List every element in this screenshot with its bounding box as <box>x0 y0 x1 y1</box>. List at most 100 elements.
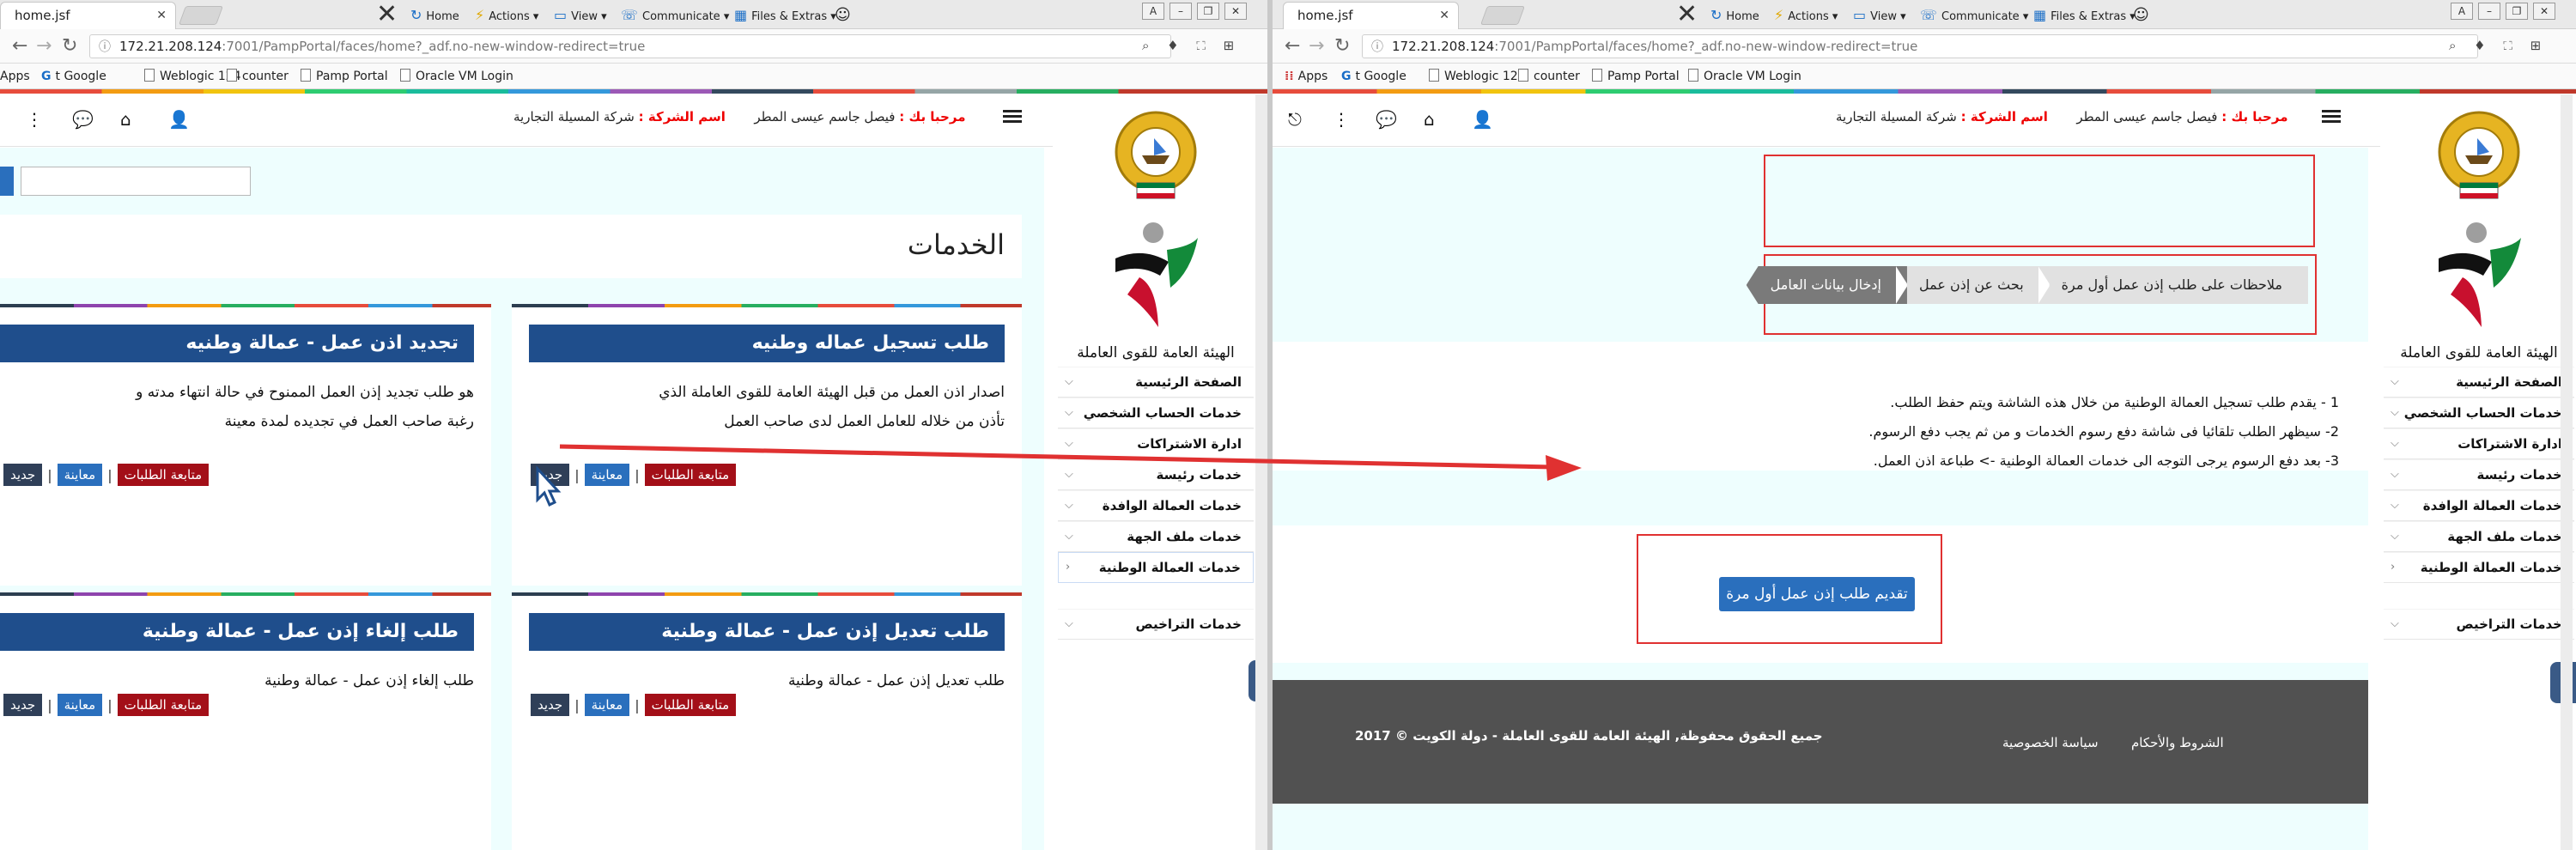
hamburger-icon[interactable] <box>1003 107 1022 126</box>
chat-icon[interactable]: 💬 <box>72 109 94 130</box>
track-requests-button[interactable]: متابعة الطلبات <box>117 694 210 716</box>
user-icon[interactable]: 👤 <box>168 109 190 130</box>
search-button[interactable] <box>0 167 14 196</box>
toolbar-actions[interactable]: ⚡ Actions ▾ <box>1774 5 1838 26</box>
preview-button[interactable]: معاينة <box>57 464 103 486</box>
menu-item-main-services[interactable]: خدمات رئيسة ⌵ <box>2384 459 2574 490</box>
more-icon[interactable]: ⋮ <box>26 109 43 130</box>
close-window-icon[interactable]: ✕ <box>2533 3 2555 20</box>
menu-item-expat-labor[interactable]: خدمات العمالة الوافدة ⌵ <box>1058 490 1254 521</box>
scrollbar[interactable] <box>1255 94 1267 850</box>
track-requests-button[interactable]: متابعة الطلبات <box>644 694 737 716</box>
scrollbar[interactable] <box>2561 94 2573 850</box>
preview-button[interactable]: معاينة <box>57 694 103 716</box>
menu-item-home[interactable]: الصفحة الرئيسية ⌵ <box>1058 367 1254 398</box>
bookmark-pamp[interactable]: Pamp Portal <box>301 67 388 86</box>
extension-icons[interactable]: ⌕ ♦ ⛶ ⊞ <box>2449 38 2548 53</box>
bookmark-apps[interactable]: ⁞⁞ Apps <box>1285 67 1327 86</box>
new-tab-button[interactable] <box>1479 6 1526 25</box>
service-card: طلب تعديل إذن عمل - عمالة وطنية طلب تعدي… <box>512 592 1022 850</box>
menu-item-national-labor[interactable]: خدمات العمالة الوطنية ‹ <box>1058 552 1254 583</box>
menu-item-account[interactable]: خدمات الحساب الشخصي ⌵ <box>1058 398 1254 428</box>
menu-item-home[interactable]: الصفحة الرئيسية ⌵ <box>2384 367 2574 398</box>
browser-tab[interactable]: home.jsf ✕ <box>0 2 176 29</box>
logout-icon[interactable]: ⎋ <box>1288 109 1302 130</box>
preview-button[interactable]: معاينة <box>584 694 630 716</box>
back-icon[interactable]: ← <box>12 36 27 57</box>
home-icon[interactable]: ⌂ <box>1424 109 1435 130</box>
bookmark-apps[interactable]: Apps <box>0 67 30 86</box>
toolbar-view[interactable]: ▭ View ▾ <box>1853 5 1906 26</box>
more-icon[interactable]: ⋮ <box>1333 109 1350 130</box>
bookmark-google[interactable]: Gt Google <box>1341 67 1406 86</box>
tab-title: home.jsf <box>15 8 70 23</box>
privacy-link[interactable]: سياسة الخصوصية <box>2002 735 2099 750</box>
bookmark-counter[interactable]: counter <box>1518 67 1580 86</box>
chat-icon[interactable]: 💬 <box>1376 109 1397 130</box>
toolbar-actions[interactable]: ⚡ Actions ▾ <box>475 5 538 26</box>
close-icon[interactable]: ✕ <box>156 3 167 28</box>
user-icon[interactable]: A <box>2451 3 2473 20</box>
hamburger-icon[interactable] <box>2322 107 2341 126</box>
close-window-icon[interactable]: ✕ <box>1224 3 1247 20</box>
url-field[interactable]: ⓘ 172.21.208.124:7001/PampPortal/faces/h… <box>89 34 1171 58</box>
preview-button[interactable]: معاينة <box>584 464 630 486</box>
user-icon[interactable]: 👤 <box>1472 109 1493 130</box>
restore-icon[interactable]: ❐ <box>2506 3 2528 20</box>
bookmark-weblogic[interactable]: Weblogic 124 <box>1429 67 1526 86</box>
menu-item-main-services[interactable]: خدمات رئيسة ⌵ <box>1058 459 1254 490</box>
bookmark-oracle[interactable]: Oracle VM Login <box>1688 67 1801 86</box>
menu-item-licenses[interactable]: خدمات التراخيص ⌵ <box>1058 609 1254 640</box>
new-button[interactable]: جديد <box>531 694 570 716</box>
menu-item-subscriptions[interactable]: ادارة الاشتراكات ⌵ <box>1058 428 1254 459</box>
smiley-icon[interactable]: ☺ <box>835 5 851 26</box>
menu-item-entity-file[interactable]: خدمات ملف الجهة ⌵ <box>1058 521 1254 552</box>
highlight-box-steps: ملاحظات على طلب إذن عمل أول مرة بحث عن إ… <box>1746 254 2317 335</box>
bookmark-google[interactable]: Gt Google <box>41 67 106 86</box>
url-field[interactable]: ⓘ 172.21.208.124:7001/PampPortal/faces/h… <box>1362 34 2478 58</box>
menu-item-expat-labor[interactable]: خدمات العمالة الوافدة ⌵ <box>2384 490 2574 521</box>
new-tab-button[interactable] <box>178 6 224 25</box>
restore-icon[interactable]: ❐ <box>1197 3 1219 20</box>
toolbar-files[interactable]: ▦ Files & Extras ▾ <box>734 5 836 26</box>
step-notes[interactable]: ملاحظات على طلب إذن عمل أول مرة <box>2037 266 2308 304</box>
step-search-permit[interactable]: بحث عن إذن عمل <box>1894 266 2050 304</box>
bookmark-counter[interactable]: counter <box>227 67 289 86</box>
track-requests-button[interactable]: متابعة الطلبات <box>117 464 210 486</box>
menu-item-entity-file[interactable]: خدمات ملف الجهة ⌵ <box>2384 521 2574 552</box>
new-button[interactable]: جديد <box>3 694 43 716</box>
reload-icon[interactable]: ↻ <box>62 36 77 57</box>
browser-tab[interactable]: home.jsf ✕ <box>1283 2 1459 29</box>
minimize-icon[interactable]: – <box>2478 3 2500 20</box>
menu-item-account[interactable]: خدمات الحساب الشخصي ⌵ <box>2384 398 2574 428</box>
menu-item-national-labor[interactable]: خدمات العمالة الوطنية ‹ <box>2384 552 2574 583</box>
toolbar-communicate[interactable]: ☏ Communicate ▾ <box>1920 5 2028 26</box>
toolbar-home[interactable]: ↻ Home <box>410 5 459 26</box>
toolbar-communicate[interactable]: ☏ Communicate ▾ <box>621 5 729 26</box>
toolbar-view[interactable]: ▭ View ▾ <box>554 5 607 26</box>
new-button[interactable]: جديد <box>3 464 43 486</box>
close-icon[interactable]: ✕ <box>1439 3 1449 28</box>
step-worker-data[interactable]: إدخال بيانات العامل <box>1746 266 1907 304</box>
user-icon[interactable]: A <box>1142 3 1164 20</box>
reload-icon[interactable]: ↻ <box>1334 36 1350 57</box>
minimize-icon[interactable]: – <box>1170 3 1192 20</box>
home-icon[interactable]: ⌂ <box>120 109 131 130</box>
toolbar-files[interactable]: ▦ Files & Extras ▾ <box>2033 5 2136 26</box>
submit-first-permit-button[interactable]: تقديم طلب إذن عمل أول مرة <box>1719 577 1915 611</box>
forward-icon[interactable]: → <box>36 36 52 57</box>
back-icon[interactable]: ← <box>1285 36 1300 57</box>
menu-item-subscriptions[interactable]: ادارة الاشتراكات ⌵ <box>2384 428 2574 459</box>
forward-icon[interactable]: → <box>1309 36 1324 57</box>
close-toolbar-icon[interactable]: ✕ <box>1676 2 1698 27</box>
bookmark-pamp[interactable]: Pamp Portal <box>1592 67 1680 86</box>
bookmark-oracle[interactable]: Oracle VM Login <box>400 67 513 86</box>
close-toolbar-icon[interactable]: ✕ <box>376 2 398 27</box>
extension-icons[interactable]: ⌕ ♦ ⛶ ⊞ <box>1142 38 1241 53</box>
search-input[interactable] <box>21 167 251 196</box>
smiley-icon[interactable]: ☺ <box>2133 5 2149 26</box>
menu-item-licenses[interactable]: خدمات التراخيص ⌵ <box>2384 609 2574 640</box>
terms-link[interactable]: الشروط والأحكام <box>2131 735 2224 750</box>
track-requests-button[interactable]: متابعة الطلبات <box>644 464 737 486</box>
toolbar-home[interactable]: ↻ Home <box>1710 5 1759 26</box>
